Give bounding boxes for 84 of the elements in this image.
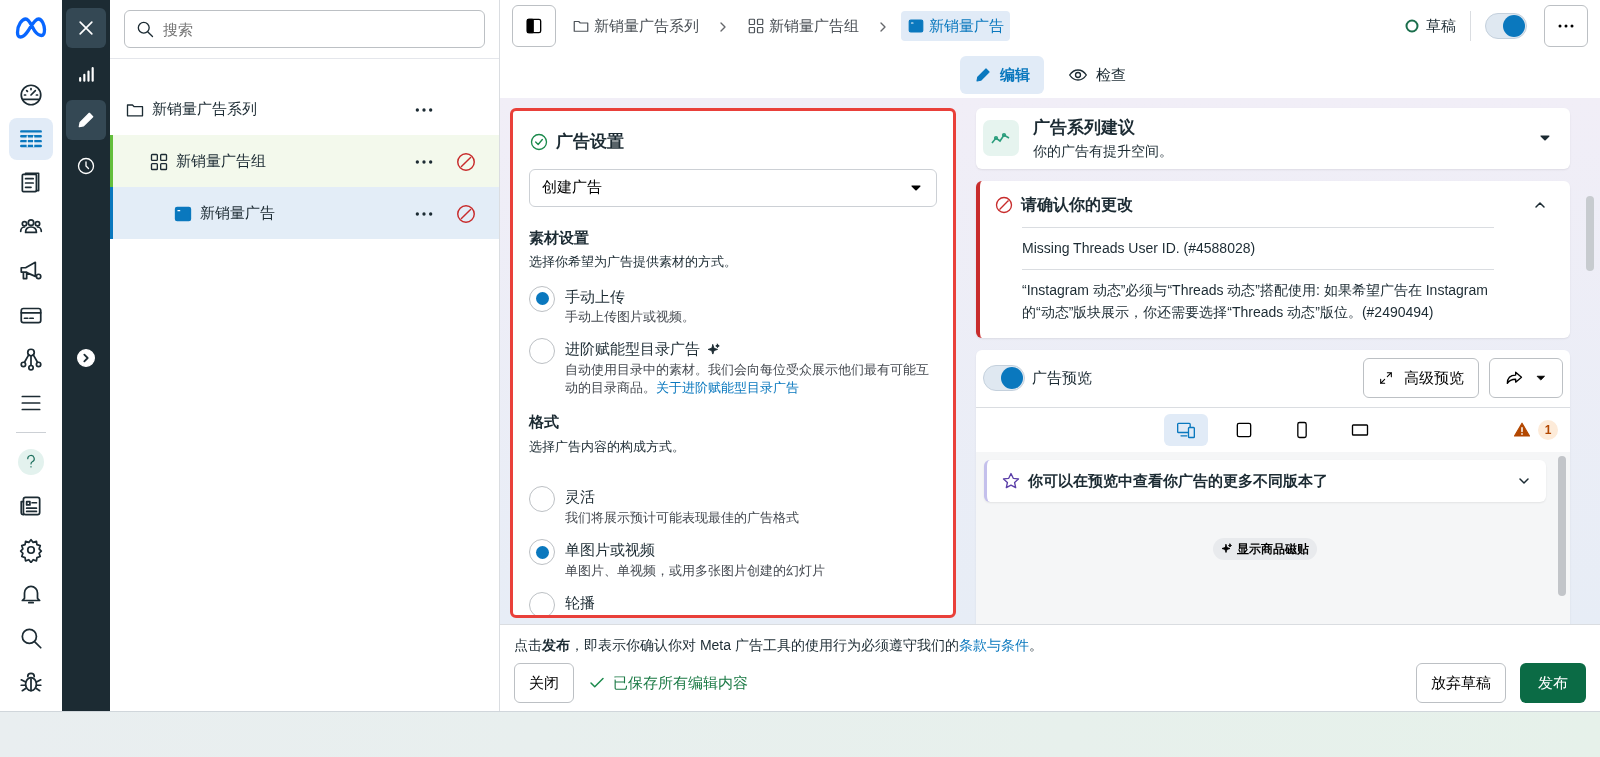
- breadcrumb-link[interactable]: 新销量广告: [901, 10, 1010, 42]
- option-label: 轮播: [565, 592, 595, 613]
- sidebar-icon: [524, 16, 544, 36]
- scrollbar-thumb[interactable]: [1558, 455, 1566, 596]
- tree-row[interactable]: 新销量广告系列: [110, 83, 499, 135]
- error-message: “Instagram 动态”必须与“Threads 动态”搭配使用: 如果希望广告在 Instagram 的“动态”版块展示，你还需要选择“Threads 动态”版位。(#2490494): [1022, 269, 1494, 334]
- help-icon: [18, 449, 44, 475]
- preview-label: 广告预览: [1032, 367, 1093, 388]
- chevron-right-icon: [76, 348, 96, 368]
- discard-draft-button[interactable]: 放弃草稿: [1416, 663, 1506, 703]
- tree-row[interactable]: 新销量广告: [110, 187, 499, 239]
- warning-count: 1: [1538, 419, 1558, 440]
- star-icon: [1001, 470, 1021, 491]
- sidebar-toggle-button[interactable]: [512, 5, 556, 47]
- radio-button[interactable]: [529, 338, 555, 365]
- option-description: 我们将展示预计可能表现最佳的广告格式: [565, 509, 799, 527]
- ad-mode-dropdown[interactable]: 创建广告: [529, 168, 937, 207]
- trend-icon: [983, 120, 1019, 157]
- grid-icon: [747, 17, 765, 35]
- tree-row[interactable]: 新销量广告组: [110, 135, 499, 187]
- radio-button[interactable]: [529, 539, 555, 565]
- learn-more-link[interactable]: 关于进阶赋能型目录广告: [656, 381, 799, 395]
- option-description: 手动上传图片或视频。: [565, 309, 695, 327]
- breadcrumb-link[interactable]: 新销量广告系列: [566, 10, 705, 42]
- suggestion-subtitle: 你的广告有提升空间。: [1033, 141, 1174, 161]
- error-title: 请确认你的更改: [1021, 194, 1134, 215]
- network-icon: [18, 346, 44, 372]
- share-button[interactable]: [1489, 358, 1563, 399]
- bar-chart-icon: [76, 64, 96, 84]
- option-label: 进阶赋能型目录广告: [565, 339, 700, 360]
- section-heading: 素材设置: [529, 227, 590, 248]
- terms-link[interactable]: 条款与条件: [958, 637, 1029, 653]
- pencil-icon: [974, 66, 992, 84]
- option-description: 自动使用目录中的素材。我们会向每位受众展示他们最有可能互动的目录商品。关于进阶赋能型目录广告: [565, 361, 930, 397]
- status-dot-icon: [1405, 19, 1419, 33]
- tip-text: 你可以在预览中查看你广告的更多不同版本了: [1028, 470, 1329, 491]
- gauge-icon: [18, 82, 44, 108]
- suggestion-title: 广告系列建议: [1033, 117, 1136, 139]
- tool-button[interactable]: [66, 100, 106, 140]
- option-description: 单图片、单视频，或用多张图片创建的幻灯片: [565, 562, 825, 580]
- view-tab[interactable]: 编辑: [960, 55, 1044, 95]
- saved-status: 已保存所有编辑内容: [613, 672, 748, 693]
- option-label: 灵活: [565, 487, 595, 508]
- close-button[interactable]: [66, 8, 106, 48]
- advanced-preview-button[interactable]: 高级预览: [1362, 358, 1479, 399]
- breadcrumb-link[interactable]: 新销量广告组: [741, 10, 865, 42]
- ad-icon: [907, 17, 925, 35]
- view-tab[interactable]: 检查: [1054, 55, 1140, 95]
- tree-label: 新销量广告系列: [152, 98, 258, 119]
- sparkle-icon: [1221, 543, 1234, 556]
- section-heading: 格式: [529, 412, 560, 433]
- grid-icon: [149, 151, 169, 172]
- settings-icon: [18, 537, 44, 563]
- close-icon: [76, 18, 96, 38]
- radio-button[interactable]: [529, 591, 555, 615]
- close-button[interactable]: 关闭: [514, 663, 574, 703]
- radio-button[interactable]: [529, 285, 555, 312]
- preview-toggle[interactable]: [983, 365, 1025, 392]
- option-label: 单图片或视频: [565, 540, 655, 560]
- pencil-icon: [76, 110, 96, 130]
- section-description: 选择你希望为广告提供素材的方式。: [529, 254, 738, 271]
- option-label: 手动上传: [565, 286, 625, 307]
- suggestion-card[interactable]: 广告系列建议 你的广告有提升空间。: [976, 108, 1570, 169]
- search-icon: [18, 625, 44, 651]
- publish-button[interactable]: 发布: [1520, 663, 1586, 703]
- section-title: 广告设置: [556, 131, 624, 153]
- product-tiles-button[interactable]: 显示商品磁贴: [1213, 538, 1317, 561]
- tip-banner[interactable]: 你可以在预览中查看你广告的更多不同版本了: [984, 459, 1546, 503]
- error-message: Missing Threads User ID. (#4588028): [1022, 226, 1494, 270]
- error-icon: [994, 194, 1014, 215]
- radio-button[interactable]: [529, 486, 555, 513]
- tree-label: 新销量广告组: [176, 150, 267, 171]
- status-label: 草稿: [1426, 15, 1456, 36]
- toggle-switch[interactable]: [1485, 13, 1527, 39]
- warning-icon: [1513, 420, 1531, 439]
- expand-icon: [1377, 370, 1394, 387]
- search-icon: [135, 19, 155, 39]
- publish-notice: 点击发布，即表示你确认你对 Meta 广告工具的使用行为必须遵守我们的条款与条件。: [514, 636, 1044, 655]
- news-icon: [18, 493, 44, 519]
- section-description: 选择广告内容的构成方式。: [529, 438, 686, 456]
- clock-icon: [76, 156, 96, 176]
- tree-label: 新销量广告: [200, 202, 276, 223]
- search-field[interactable]: 搜索: [124, 10, 485, 48]
- scrollbar-thumb[interactable]: [1586, 196, 1594, 271]
